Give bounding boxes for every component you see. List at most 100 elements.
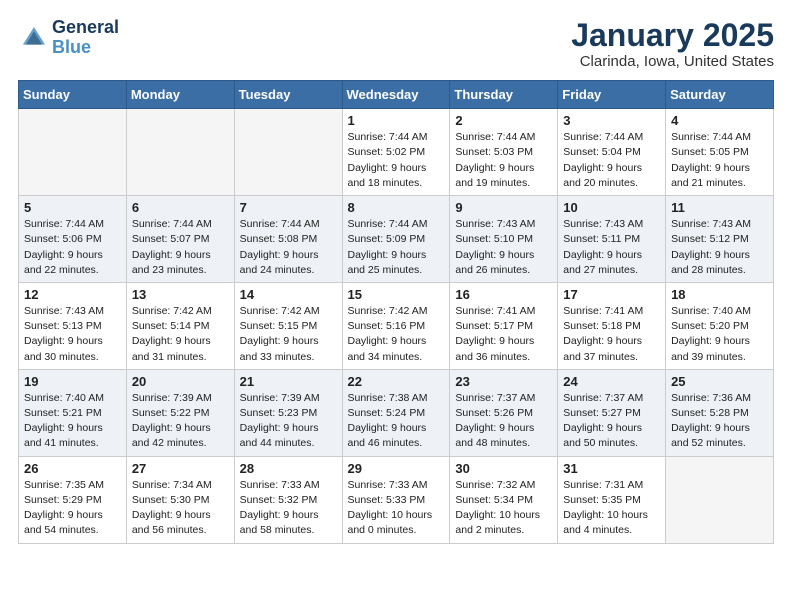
calendar-body: 1 Sunrise: 7:44 AMSunset: 5:02 PMDaylight… [19, 109, 774, 543]
day-header-row: SundayMondayTuesdayWednesdayThursdayFrid… [19, 81, 774, 109]
week-row-1: 1 Sunrise: 7:44 AMSunset: 5:02 PMDaylight… [19, 109, 774, 196]
day-info: Sunrise: 7:44 AMSunset: 5:07 PMDaylight:… [132, 217, 229, 278]
day-info: Sunrise: 7:39 AMSunset: 5:23 PMDaylight:… [240, 391, 337, 452]
day-number: 19 [24, 374, 121, 389]
calendar-header: SundayMondayTuesdayWednesdayThursdayFrid… [19, 81, 774, 109]
day-info: Sunrise: 7:44 AMSunset: 5:08 PMDaylight:… [240, 217, 337, 278]
day-number: 7 [240, 200, 337, 215]
calendar-cell: 27Sunrise: 7:34 AMSunset: 5:30 PMDayligh… [126, 456, 234, 543]
calendar-cell: 13Sunrise: 7:42 AMSunset: 5:14 PMDayligh… [126, 282, 234, 369]
day-number: 9 [455, 200, 552, 215]
week-row-3: 12 Sunrise: 7:43 AMSunset: 5:13 PMDayligh… [19, 282, 774, 369]
day-info: Sunrise: 7:41 AMSunset: 5:17 PMDaylight:… [455, 304, 552, 365]
calendar-cell: 23 Sunrise: 7:37 AMSunset: 5:26 PMDayligh… [450, 369, 558, 456]
day-info: Sunrise: 7:44 AMSunset: 5:02 PMDaylight:… [348, 130, 445, 191]
calendar-cell: 1 Sunrise: 7:44 AMSunset: 5:02 PMDaylight… [342, 109, 450, 196]
calendar-cell: 17 Sunrise: 7:41 AMSunset: 5:18 PMDayligh… [558, 282, 666, 369]
day-number: 14 [240, 287, 337, 302]
calendar-cell: 30Sunrise: 7:32 AMSunset: 5:34 PMDayligh… [450, 456, 558, 543]
day-header-friday: Friday [558, 81, 666, 109]
day-info: Sunrise: 7:31 AMSunset: 5:35 PMDaylight:… [563, 478, 660, 539]
header: General Blue January 2025 Clarinda, Iowa… [18, 18, 774, 70]
day-number: 5 [24, 200, 121, 215]
day-header-saturday: Saturday [666, 81, 774, 109]
day-number: 27 [132, 461, 229, 476]
calendar-cell: 4Sunrise: 7:44 AMSunset: 5:05 PMDaylight… [666, 109, 774, 196]
day-info: Sunrise: 7:43 AMSunset: 5:12 PMDaylight:… [671, 217, 768, 278]
logo-icon [20, 24, 48, 52]
day-number: 28 [240, 461, 337, 476]
calendar-cell [666, 456, 774, 543]
day-info: Sunrise: 7:37 AMSunset: 5:26 PMDaylight:… [455, 391, 552, 452]
day-number: 23 [455, 374, 552, 389]
day-info: Sunrise: 7:43 AMSunset: 5:13 PMDaylight:… [24, 304, 121, 365]
day-info: Sunrise: 7:44 AMSunset: 5:09 PMDaylight:… [348, 217, 445, 278]
day-number: 8 [348, 200, 445, 215]
day-number: 10 [563, 200, 660, 215]
page: General Blue January 2025 Clarinda, Iowa… [0, 0, 792, 556]
day-number: 25 [671, 374, 768, 389]
calendar-cell: 18Sunrise: 7:40 AMSunset: 5:20 PMDayligh… [666, 282, 774, 369]
calendar-cell: 19 Sunrise: 7:40 AMSunset: 5:21 PMDayligh… [19, 369, 127, 456]
day-header-sunday: Sunday [19, 81, 127, 109]
day-header-thursday: Thursday [450, 81, 558, 109]
calendar-cell: 3 Sunrise: 7:44 AMSunset: 5:04 PMDaylight… [558, 109, 666, 196]
day-info: Sunrise: 7:36 AMSunset: 5:28 PMDaylight:… [671, 391, 768, 452]
week-row-5: 26 Sunrise: 7:35 AMSunset: 5:29 PMDayligh… [19, 456, 774, 543]
month-title: January 2025 [571, 18, 774, 53]
week-row-4: 19 Sunrise: 7:40 AMSunset: 5:21 PMDayligh… [19, 369, 774, 456]
logo-line1: General [52, 18, 119, 38]
day-info: Sunrise: 7:40 AMSunset: 5:20 PMDaylight:… [671, 304, 768, 365]
day-number: 12 [24, 287, 121, 302]
day-number: 3 [563, 113, 660, 128]
day-info: Sunrise: 7:39 AMSunset: 5:22 PMDaylight:… [132, 391, 229, 452]
calendar-cell: 16 Sunrise: 7:41 AMSunset: 5:17 PMDayligh… [450, 282, 558, 369]
day-info: Sunrise: 7:44 AMSunset: 5:05 PMDaylight:… [671, 130, 768, 191]
day-number: 17 [563, 287, 660, 302]
title-block: January 2025 Clarinda, Iowa, United Stat… [571, 18, 774, 70]
day-number: 11 [671, 200, 768, 215]
week-row-2: 5 Sunrise: 7:44 AMSunset: 5:06 PMDaylight… [19, 196, 774, 283]
day-number: 16 [455, 287, 552, 302]
logo: General Blue [18, 18, 119, 58]
logo-line2: Blue [52, 38, 119, 58]
day-number: 6 [132, 200, 229, 215]
day-info: Sunrise: 7:37 AMSunset: 5:27 PMDaylight:… [563, 391, 660, 452]
day-info: Sunrise: 7:35 AMSunset: 5:29 PMDaylight:… [24, 478, 121, 539]
day-info: Sunrise: 7:41 AMSunset: 5:18 PMDaylight:… [563, 304, 660, 365]
day-number: 20 [132, 374, 229, 389]
day-info: Sunrise: 7:42 AMSunset: 5:15 PMDaylight:… [240, 304, 337, 365]
calendar-cell: 29Sunrise: 7:33 AMSunset: 5:33 PMDayligh… [342, 456, 450, 543]
day-number: 1 [348, 113, 445, 128]
calendar-cell: 7 Sunrise: 7:44 AMSunset: 5:08 PMDaylight… [234, 196, 342, 283]
calendar-cell: 31 Sunrise: 7:31 AMSunset: 5:35 PMDayligh… [558, 456, 666, 543]
day-header-monday: Monday [126, 81, 234, 109]
calendar-cell: 15Sunrise: 7:42 AMSunset: 5:16 PMDayligh… [342, 282, 450, 369]
calendar-cell: 20 Sunrise: 7:39 AMSunset: 5:22 PMDayligh… [126, 369, 234, 456]
calendar-cell: 24Sunrise: 7:37 AMSunset: 5:27 PMDayligh… [558, 369, 666, 456]
day-number: 26 [24, 461, 121, 476]
day-info: Sunrise: 7:43 AMSunset: 5:11 PMDaylight:… [563, 217, 660, 278]
calendar-cell: 28Sunrise: 7:33 AMSunset: 5:32 PMDayligh… [234, 456, 342, 543]
calendar-cell: 6 Sunrise: 7:44 AMSunset: 5:07 PMDaylight… [126, 196, 234, 283]
day-number: 31 [563, 461, 660, 476]
day-info: Sunrise: 7:44 AMSunset: 5:04 PMDaylight:… [563, 130, 660, 191]
calendar-cell: 9 Sunrise: 7:43 AMSunset: 5:10 PMDaylight… [450, 196, 558, 283]
day-info: Sunrise: 7:42 AMSunset: 5:16 PMDaylight:… [348, 304, 445, 365]
calendar-cell: 26 Sunrise: 7:35 AMSunset: 5:29 PMDayligh… [19, 456, 127, 543]
day-number: 30 [455, 461, 552, 476]
day-number: 2 [455, 113, 552, 128]
calendar-cell [234, 109, 342, 196]
calendar-cell: 2Sunrise: 7:44 AMSunset: 5:03 PMDaylight… [450, 109, 558, 196]
calendar-cell: 8 Sunrise: 7:44 AMSunset: 5:09 PMDaylight… [342, 196, 450, 283]
calendar-cell: 11 Sunrise: 7:43 AMSunset: 5:12 PMDayligh… [666, 196, 774, 283]
day-info: Sunrise: 7:42 AMSunset: 5:14 PMDaylight:… [132, 304, 229, 365]
calendar-cell [19, 109, 127, 196]
calendar-cell: 12 Sunrise: 7:43 AMSunset: 5:13 PMDayligh… [19, 282, 127, 369]
day-info: Sunrise: 7:40 AMSunset: 5:21 PMDaylight:… [24, 391, 121, 452]
day-info: Sunrise: 7:44 AMSunset: 5:06 PMDaylight:… [24, 217, 121, 278]
day-info: Sunrise: 7:33 AMSunset: 5:33 PMDaylight:… [348, 478, 445, 539]
calendar-cell: 25 Sunrise: 7:36 AMSunset: 5:28 PMDayligh… [666, 369, 774, 456]
day-info: Sunrise: 7:43 AMSunset: 5:10 PMDaylight:… [455, 217, 552, 278]
day-header-wednesday: Wednesday [342, 81, 450, 109]
